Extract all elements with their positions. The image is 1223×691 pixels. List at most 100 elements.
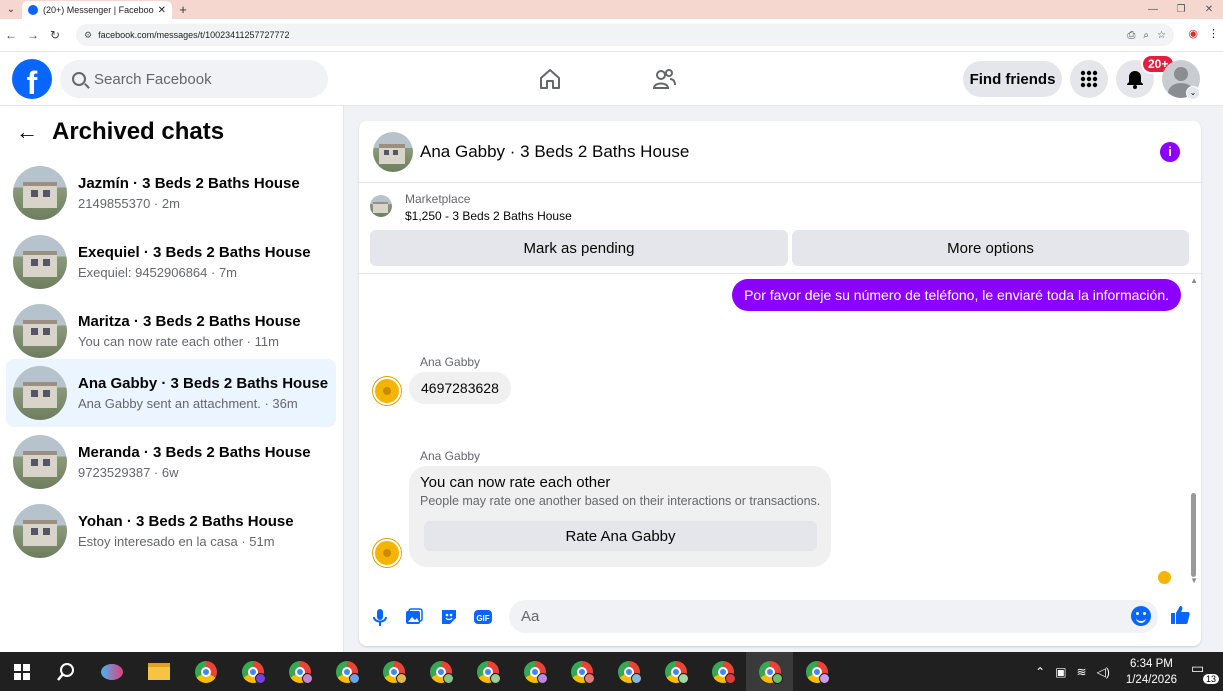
chrome-profile-icon-active[interactable]: [746, 652, 793, 691]
chrome-profile-icon[interactable]: [370, 652, 417, 691]
rate-title: You can now rate each other: [420, 474, 611, 491]
chat-item[interactable]: Yohan · 3 Beds 2 Baths House Estoy inter…: [6, 497, 336, 565]
thumbs-up-icon[interactable]: [1169, 604, 1191, 626]
install-icon[interactable]: ⎙: [1127, 30, 1135, 41]
chrome-profile-icon[interactable]: [558, 652, 605, 691]
chrome-profile-icon[interactable]: [323, 652, 370, 691]
gif-icon[interactable]: GIF: [473, 607, 493, 627]
photo-icon[interactable]: [404, 607, 424, 627]
chrome-profile-icon[interactable]: [605, 652, 652, 691]
tab-close-icon[interactable]: ✕: [158, 5, 166, 16]
chat-item[interactable]: Meranda · 3 Beds 2 Baths House 972352938…: [6, 428, 336, 496]
wifi-icon[interactable]: ≋: [1077, 665, 1087, 679]
back-arrow-icon[interactable]: ←: [16, 119, 38, 145]
back-icon[interactable]: ←: [0, 28, 22, 42]
message-composer: GIF Aa: [359, 598, 1201, 638]
mark-as-pending-button[interactable]: Mark as pending: [370, 230, 788, 266]
rate-user-button[interactable]: Rate Ana Gabby: [424, 521, 817, 551]
info-icon[interactable]: i: [1160, 142, 1180, 162]
emoji-icon[interactable]: [1131, 606, 1151, 626]
bookmark-star-icon[interactable]: ☆: [1157, 30, 1166, 41]
chat-name: Exequiel · 3 Beds 2 Baths House: [78, 244, 311, 261]
chevron-down-icon[interactable]: ⌄: [1186, 86, 1200, 100]
chrome-profile-icon[interactable]: [417, 652, 464, 691]
home-icon[interactable]: [538, 67, 562, 91]
microphone-icon[interactable]: [370, 607, 390, 627]
address-bar[interactable]: ⚙ facebook.com/messages/t/10023411257727…: [76, 24, 1174, 46]
extension-icon[interactable]: ◉: [1188, 27, 1198, 40]
conversation-panel: Ana Gabby · 3 Beds 2 Baths House i Marke…: [359, 121, 1201, 646]
chat-item[interactable]: Exequiel · 3 Beds 2 Baths House Exequiel…: [6, 228, 336, 296]
sticker-icon[interactable]: [439, 607, 459, 627]
listing-thumbnail: [13, 366, 67, 420]
restore-icon[interactable]: ❐: [1167, 0, 1195, 19]
sender-avatar[interactable]: [373, 377, 401, 405]
chat-preview: Estoy interesado en la casa · 51m: [78, 534, 275, 549]
browser-tab-strip: ⌄ (20+) Messenger | Facebook ✕ + — ❐ ✕: [0, 0, 1223, 19]
chrome-profile-icon[interactable]: [464, 652, 511, 691]
facebook-favicon-icon: [28, 5, 38, 15]
chat-item[interactable]: Maritza · 3 Beds 2 Baths House You can n…: [6, 297, 336, 365]
file-explorer-icon[interactable]: [135, 652, 182, 691]
extension-area: ◉ ⋮: [1188, 27, 1219, 40]
svg-text:GIF: GIF: [476, 614, 489, 623]
conversation-title[interactable]: Ana Gabby · 3 Beds 2 Baths House: [420, 142, 689, 162]
chrome-profile-icon[interactable]: [276, 652, 323, 691]
chat-preview: 9723529387 · 6w: [78, 465, 179, 480]
chat-name: Yohan · 3 Beds 2 Baths House: [78, 513, 294, 530]
forward-icon[interactable]: →: [22, 28, 44, 42]
sender-name: Ana Gabby: [420, 449, 481, 463]
windows-start-icon[interactable]: [0, 652, 44, 691]
chat-item-active[interactable]: Ana Gabby · 3 Beds 2 Baths House Ana Gab…: [6, 359, 336, 427]
tab-search-icon[interactable]: ⌄: [0, 0, 22, 19]
listing-price[interactable]: $1,250 - 3 Beds 2 Baths House: [405, 209, 572, 223]
chrome-profile-icon[interactable]: [511, 652, 558, 691]
find-friends-button[interactable]: Find friends: [963, 61, 1062, 97]
reload-icon[interactable]: ↻: [44, 28, 66, 42]
conversation-thumbnail[interactable]: [373, 131, 413, 172]
omnibox-actions: ⎙ ⌕ ☆: [1127, 24, 1166, 46]
tab-title: (20+) Messenger | Facebook: [43, 5, 154, 15]
notification-center-icon[interactable]: ▭ 13: [1191, 659, 1219, 684]
new-tab-button[interactable]: +: [172, 1, 194, 19]
chat-preview: 2149855370 · 2m: [78, 196, 180, 211]
listing-thumbnail: [13, 504, 67, 558]
browser-menu-icon[interactable]: ⋮: [1208, 27, 1219, 40]
meet-now-icon[interactable]: ▣: [1055, 665, 1066, 679]
listing-thumbnail: [13, 235, 67, 289]
chrome-profile-icon[interactable]: [652, 652, 699, 691]
facebook-logo[interactable]: f: [12, 59, 52, 99]
search-icon: [72, 72, 86, 86]
chrome-icon[interactable]: [182, 652, 229, 691]
incoming-message[interactable]: 4697283628: [409, 372, 511, 404]
chrome-profile-icon[interactable]: [793, 652, 840, 691]
friends-icon[interactable]: [652, 67, 676, 91]
site-info-icon[interactable]: ⚙: [84, 30, 92, 41]
notification-count: 13: [1202, 673, 1219, 684]
system-clock[interactable]: 6:34 PM 1/24/2026: [1126, 656, 1177, 688]
minimize-icon[interactable]: —: [1139, 0, 1167, 19]
message-input[interactable]: Aa: [509, 600, 1158, 633]
notification-center-glyph: ▭: [1191, 659, 1205, 676]
outgoing-message[interactable]: Por favor deje su número de teléfono, le…: [732, 279, 1181, 311]
chrome-profile-icon[interactable]: [699, 652, 746, 691]
chrome-profile-icon[interactable]: [229, 652, 276, 691]
taskbar-search-icon[interactable]: [44, 652, 88, 691]
rate-description: People may rate one another based on the…: [420, 494, 821, 508]
scroll-up-icon[interactable]: ▲: [1190, 276, 1198, 285]
scroll-down-icon[interactable]: ▼: [1190, 576, 1198, 585]
more-options-button[interactable]: More options: [792, 230, 1189, 266]
marketplace-bar: Marketplace $1,250 - 3 Beds 2 Baths Hous…: [359, 184, 1201, 274]
menu-grid-icon[interactable]: [1070, 60, 1108, 98]
search-placeholder: Search Facebook: [94, 70, 212, 88]
close-window-icon[interactable]: ✕: [1195, 0, 1223, 19]
browser-tab[interactable]: (20+) Messenger | Facebook ✕: [22, 1, 172, 19]
zoom-icon[interactable]: ⌕: [1143, 30, 1149, 41]
chat-item[interactable]: Jazmín · 3 Beds 2 Baths House 2149855370…: [6, 159, 336, 227]
scrollbar-thumb[interactable]: [1191, 493, 1196, 577]
volume-icon[interactable]: ◁): [1097, 665, 1110, 679]
search-input[interactable]: Search Facebook: [60, 60, 328, 98]
sender-avatar[interactable]: [373, 539, 401, 567]
taskbar-app-icon[interactable]: [88, 652, 135, 691]
chevron-up-icon[interactable]: ⌃: [1035, 665, 1045, 679]
